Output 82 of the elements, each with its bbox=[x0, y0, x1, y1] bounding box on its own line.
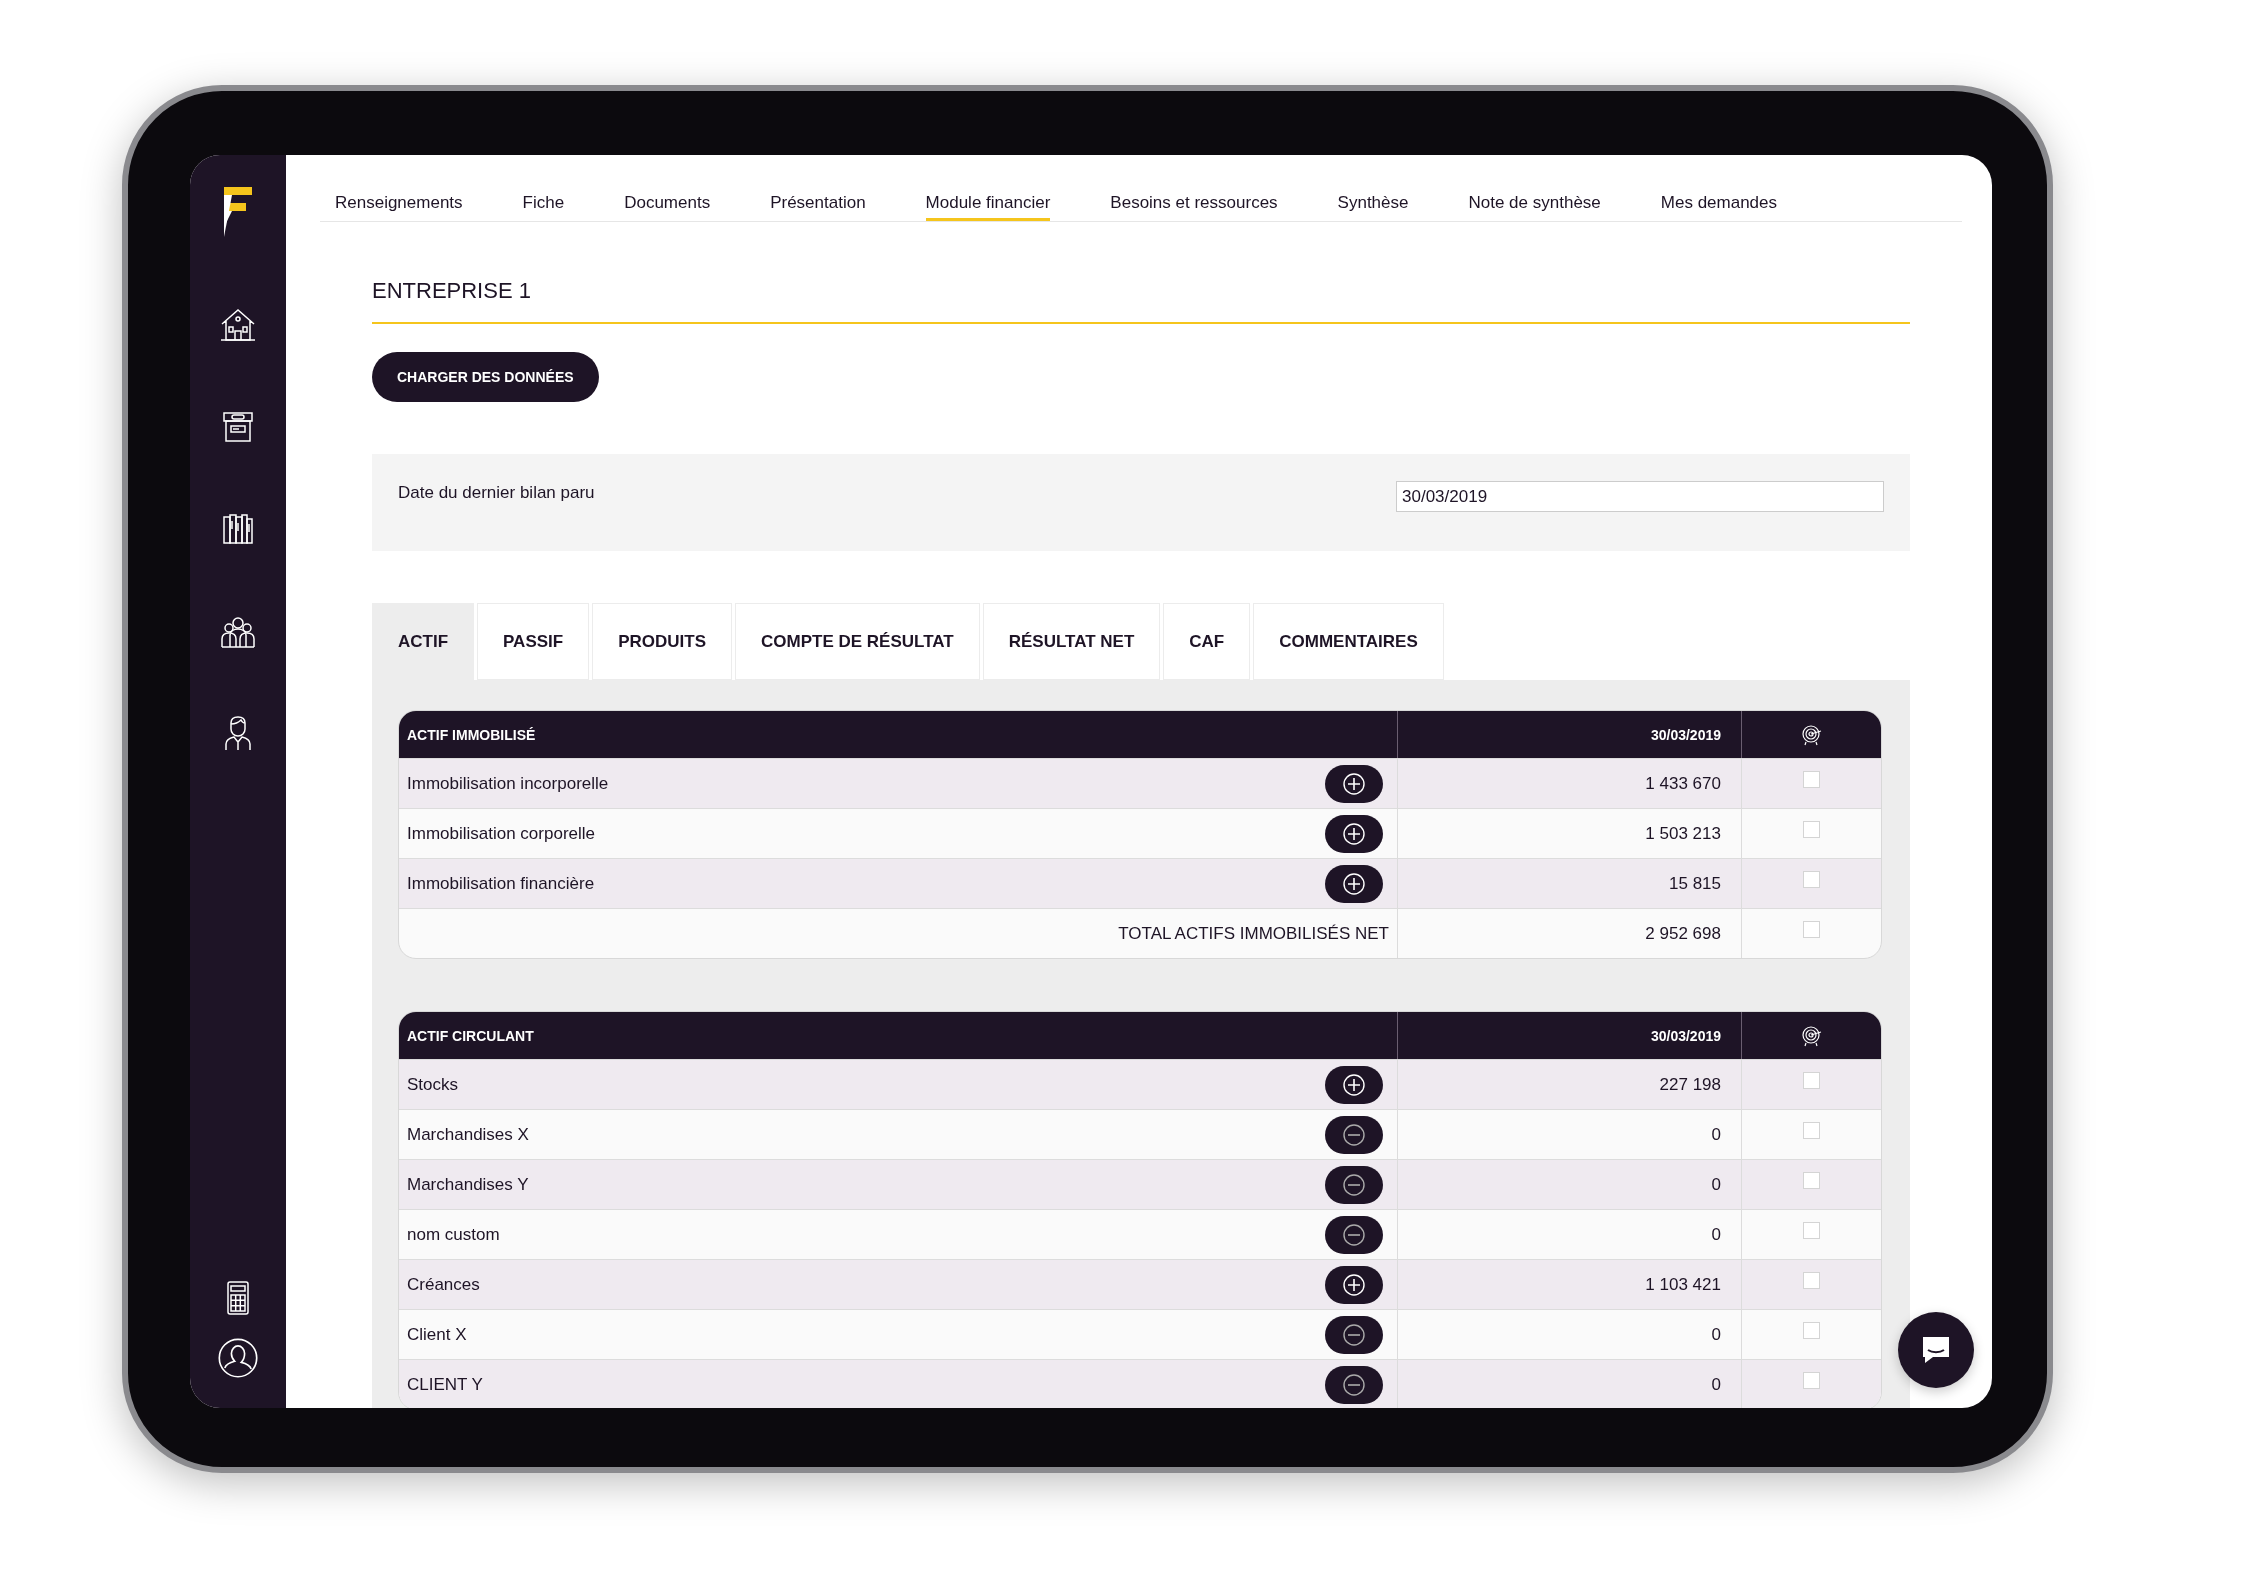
user-icon[interactable] bbox=[216, 1336, 260, 1380]
expand-button[interactable] bbox=[1325, 864, 1383, 903]
expand-button[interactable] bbox=[1325, 1265, 1383, 1304]
table-title: ACTIF CIRCULANT bbox=[407, 1027, 534, 1044]
row-value: 0 bbox=[1711, 1224, 1721, 1245]
nav-tab[interactable]: Module financier bbox=[925, 193, 1051, 221]
row-value: 1 433 670 bbox=[1645, 773, 1721, 794]
checkbox[interactable] bbox=[1803, 871, 1820, 888]
row-value: 0 bbox=[1711, 1124, 1721, 1145]
row-label: Immobilisation financière bbox=[407, 873, 595, 894]
nav-tab[interactable]: Besoins et ressources bbox=[1110, 193, 1278, 221]
target-icon bbox=[1800, 723, 1823, 746]
collapse-button[interactable] bbox=[1325, 1215, 1383, 1254]
collapse-button[interactable] bbox=[1325, 1315, 1383, 1354]
tab[interactable]: PRODUITS bbox=[592, 603, 733, 680]
row-label: Marchandises X bbox=[407, 1124, 529, 1145]
load-data-button[interactable]: CHARGER DES DONNÉES bbox=[372, 352, 599, 402]
row-label: Marchandises Y bbox=[407, 1174, 529, 1195]
tab[interactable]: PASSIF bbox=[477, 603, 590, 680]
row-value: 0 bbox=[1711, 1174, 1721, 1195]
plus-circle-icon bbox=[1342, 821, 1366, 846]
checkbox[interactable] bbox=[1803, 1272, 1820, 1289]
tab[interactable]: CAF bbox=[1163, 603, 1251, 680]
checkbox[interactable] bbox=[1803, 1172, 1820, 1189]
plus-circle-icon bbox=[1342, 871, 1366, 896]
tab[interactable]: RÉSULTAT NET bbox=[982, 603, 1161, 680]
minus-circle-icon bbox=[1342, 1172, 1366, 1197]
nav-tab[interactable]: Documents bbox=[624, 193, 711, 221]
checkbox[interactable] bbox=[1803, 771, 1820, 788]
tab[interactable]: COMPTE DE RÉSULTAT bbox=[735, 603, 980, 680]
row-value: 0 bbox=[1711, 1324, 1721, 1345]
row-value: 1 503 213 bbox=[1645, 823, 1721, 844]
row-label: Immobilisation corporelle bbox=[407, 823, 596, 844]
nav-tab[interactable]: Note de synthèse bbox=[1468, 193, 1601, 221]
page-title: ENTREPRISE 1 bbox=[372, 278, 1910, 324]
collapse-button[interactable] bbox=[1325, 1115, 1383, 1154]
logo-icon bbox=[222, 185, 254, 237]
row-label: CLIENT Y bbox=[407, 1374, 483, 1395]
checkbox[interactable] bbox=[1803, 1372, 1820, 1389]
expand-button[interactable] bbox=[1325, 814, 1383, 853]
table-title: ACTIF IMMOBILISÉ bbox=[407, 726, 536, 743]
checkbox[interactable] bbox=[1803, 821, 1820, 838]
minus-circle-icon bbox=[1342, 1122, 1366, 1147]
row-label: Immobilisation incorporelle bbox=[407, 773, 609, 794]
plus-circle-icon bbox=[1342, 1072, 1366, 1097]
chat-button[interactable] bbox=[1898, 1312, 1974, 1388]
column-header: 30/03/2019 bbox=[1650, 1027, 1721, 1044]
row-value: 2 952 698 bbox=[1645, 923, 1721, 944]
expand-button[interactable] bbox=[1325, 1065, 1383, 1104]
row-value: 0 bbox=[1711, 1374, 1721, 1395]
plus-circle-icon bbox=[1342, 771, 1366, 796]
checkbox[interactable] bbox=[1803, 1072, 1820, 1089]
row-label: Créances bbox=[407, 1274, 480, 1295]
minus-circle-icon bbox=[1342, 1322, 1366, 1347]
row-value: 1 103 421 bbox=[1645, 1274, 1721, 1295]
row-value: 227 198 bbox=[1659, 1074, 1721, 1095]
nav-tab[interactable]: Renseignements bbox=[335, 193, 463, 221]
row-label: Stocks bbox=[407, 1074, 459, 1095]
tab[interactable]: ACTIF bbox=[372, 603, 475, 680]
plus-circle-icon bbox=[1342, 1272, 1366, 1297]
checkbox[interactable] bbox=[1803, 1322, 1820, 1339]
checkbox[interactable] bbox=[1803, 1122, 1820, 1139]
row-label: nom custom bbox=[407, 1224, 500, 1245]
nav-tab[interactable]: Mes demandes bbox=[1660, 193, 1778, 221]
nav-tab[interactable]: Présentation bbox=[770, 193, 866, 221]
minus-circle-icon bbox=[1342, 1372, 1366, 1397]
field-label: Date du dernier bilan paru bbox=[398, 483, 595, 503]
row-value: 15 815 bbox=[1669, 873, 1721, 894]
expand-button[interactable] bbox=[1325, 764, 1383, 803]
target-icon bbox=[1800, 1024, 1823, 1047]
date-field[interactable]: 30/03/2019 bbox=[1396, 481, 1884, 512]
checkbox[interactable] bbox=[1803, 921, 1820, 938]
nav-tab[interactable]: Fiche bbox=[522, 193, 565, 221]
collapse-button[interactable] bbox=[1325, 1165, 1383, 1204]
column-header: 30/03/2019 bbox=[1650, 726, 1721, 743]
row-label: TOTAL ACTIFS IMMOBILISÉS NET bbox=[1118, 923, 1389, 944]
tab[interactable]: COMMENTAIRES bbox=[1253, 603, 1444, 680]
nav-tab[interactable]: Synthèse bbox=[1337, 193, 1409, 221]
minus-circle-icon bbox=[1342, 1222, 1366, 1247]
row-label: Client X bbox=[407, 1324, 467, 1345]
collapse-button[interactable] bbox=[1325, 1365, 1383, 1404]
checkbox[interactable] bbox=[1803, 1222, 1820, 1239]
